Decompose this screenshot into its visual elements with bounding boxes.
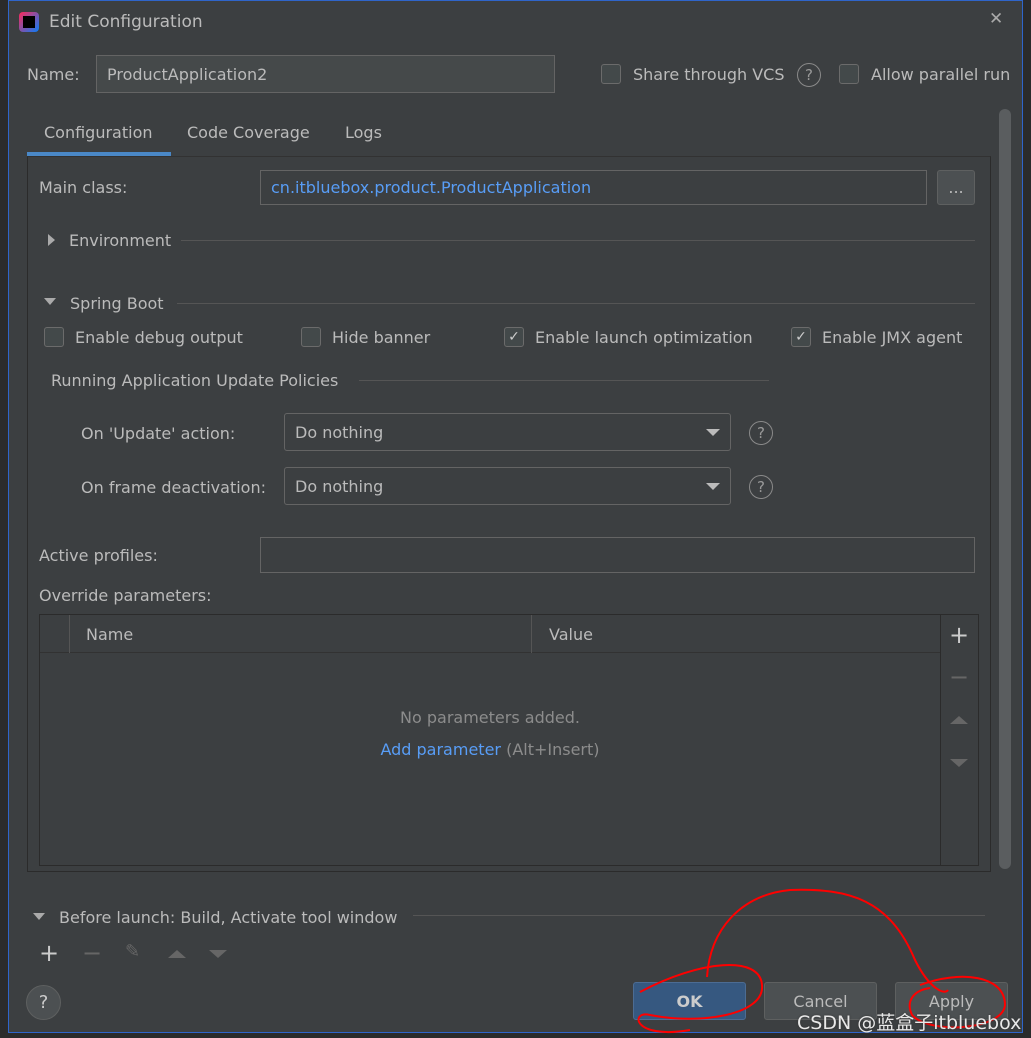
close-icon[interactable]: ✕ [989, 9, 1003, 29]
move-down-icon[interactable] [950, 759, 968, 767]
tab-code-coverage[interactable]: Code Coverage [187, 123, 310, 142]
enable-debug-label: Enable debug output [75, 328, 243, 347]
allow-parallel-label: Allow parallel run [871, 65, 1011, 84]
frame-deactivation-select[interactable]: Do nothing [284, 467, 731, 505]
frame-deactivation-value: Do nothing [295, 476, 384, 496]
move-down-icon[interactable] [209, 950, 227, 958]
column-name[interactable]: Name [86, 625, 133, 644]
toolbar-divider [940, 615, 941, 865]
expand-triangle-icon[interactable] [48, 234, 55, 246]
add-parameter-shortcut: (Alt+Insert) [506, 740, 600, 759]
name-label: Name: [27, 65, 80, 84]
add-icon[interactable]: + [39, 939, 59, 967]
policies-title: Running Application Update Policies [51, 371, 339, 390]
move-up-icon[interactable] [950, 716, 968, 724]
tab-configuration[interactable]: Configuration [44, 123, 153, 142]
table-header [40, 615, 940, 653]
tab-logs[interactable]: Logs [345, 123, 382, 142]
enable-debug-checkbox[interactable] [44, 327, 64, 347]
update-action-select[interactable]: Do nothing [284, 413, 731, 451]
main-class-label: Main class: [39, 178, 128, 197]
spring-boot-section[interactable]: Spring Boot [70, 294, 164, 313]
hide-banner-label: Hide banner [332, 328, 431, 347]
help-icon[interactable]: ? [749, 475, 773, 499]
intellij-logo-icon [19, 12, 39, 32]
launch-optimization-label: Enable launch optimization [535, 328, 753, 347]
active-profiles-label: Active profiles: [39, 546, 158, 565]
move-up-icon[interactable] [168, 950, 186, 958]
ok-button[interactable]: OK [633, 982, 746, 1020]
collapse-triangle-icon[interactable] [44, 298, 56, 305]
column-divider [531, 615, 532, 653]
update-action-label: On 'Update' action: [81, 424, 236, 443]
add-icon[interactable]: + [949, 621, 969, 649]
add-parameter-link[interactable]: Add parameter [380, 740, 501, 759]
name-input[interactable]: ProductApplication2 [96, 55, 555, 93]
jmx-agent-checkbox[interactable]: ✓ [791, 327, 811, 347]
divider [181, 240, 975, 241]
allow-parallel-checkbox[interactable] [839, 64, 859, 84]
watermark: CSDN @蓝盒子itbluebox [797, 1012, 1022, 1034]
browse-button[interactable]: ... [937, 170, 975, 205]
remove-icon[interactable]: − [82, 939, 102, 967]
remove-icon[interactable]: − [949, 663, 969, 691]
chevron-down-icon [706, 428, 720, 436]
help-icon[interactable]: ? [749, 421, 773, 445]
column-divider [69, 615, 70, 653]
update-action-value: Do nothing [295, 422, 384, 442]
divider [359, 380, 769, 381]
main-class-input[interactable]: cn.itbluebox.product.ProductApplication [260, 170, 927, 205]
help-button[interactable]: ? [26, 985, 61, 1020]
column-value[interactable]: Value [549, 625, 593, 644]
hide-banner-checkbox[interactable] [301, 327, 321, 347]
active-profiles-input[interactable] [260, 537, 975, 573]
divider [413, 915, 985, 916]
frame-deactivation-label: On frame deactivation: [81, 478, 266, 497]
chevron-down-icon [706, 482, 720, 490]
scrollbar[interactable] [999, 109, 1011, 869]
override-parameters-label: Override parameters: [39, 586, 212, 605]
before-launch-section[interactable]: Before launch: Build, Activate tool wind… [59, 908, 397, 927]
collapse-triangle-icon[interactable] [33, 913, 45, 920]
divider [177, 303, 975, 304]
empty-table-text: No parameters added. [400, 708, 580, 727]
window-title: Edit Configuration [49, 12, 203, 32]
share-vcs-label: Share through VCS [633, 65, 785, 84]
launch-optimization-checkbox[interactable]: ✓ [504, 327, 524, 347]
share-vcs-checkbox[interactable] [601, 64, 621, 84]
edit-pencil-icon[interactable]: ✎ [125, 941, 140, 962]
jmx-agent-label: Enable JMX agent [822, 328, 963, 347]
help-icon[interactable]: ? [797, 63, 821, 87]
edit-configuration-dialog: Edit Configuration ✕ Name: ProductApplic… [8, 0, 1023, 1033]
environment-section[interactable]: Environment [69, 231, 171, 250]
